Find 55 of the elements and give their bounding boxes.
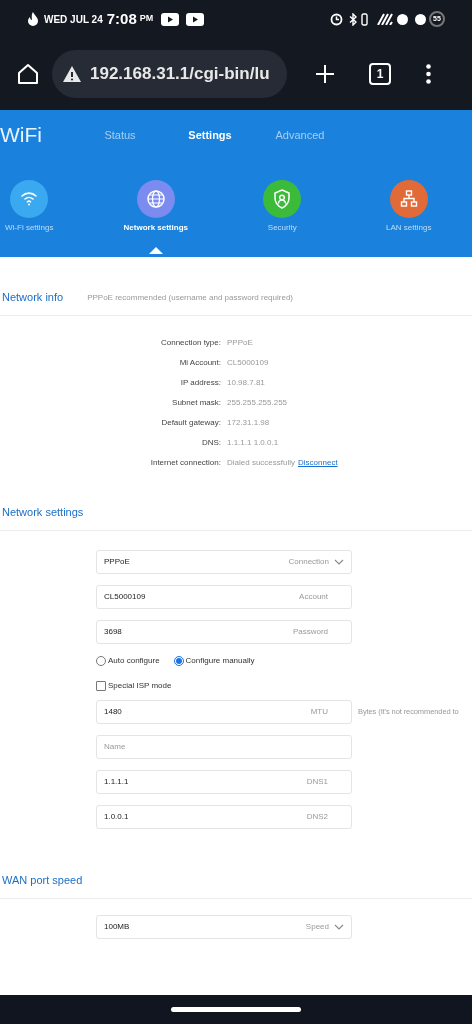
chevron-down-icon [334, 924, 344, 930]
plus-icon [315, 64, 335, 84]
section-note: PPPoE recommended (username and password required) [87, 291, 294, 304]
section-heading: Network settings [2, 505, 84, 521]
dot-icon [397, 13, 408, 25]
address-bar[interactable]: 192.168.31.1/cgi-bin/lu [52, 50, 287, 98]
checkbox[interactable] [96, 681, 106, 691]
info-label: Default gateway: [160, 417, 221, 429]
info-label: Mi Account: [178, 357, 221, 369]
warning-icon [62, 65, 82, 83]
more-icon [425, 64, 431, 84]
flame-icon [27, 12, 39, 26]
clock-period: PM [139, 12, 154, 26]
checkbox-option[interactable]: Special ISP mode [96, 680, 172, 692]
disconnect-link[interactable]: Disconnect [298, 457, 338, 469]
info-value: CL5000109 [227, 357, 269, 369]
vibrate-icon [361, 12, 368, 26]
input-field[interactable]: 1480 MTU [96, 700, 352, 724]
menu-button[interactable] [423, 62, 433, 86]
selection-pointer [148, 247, 163, 254]
logo-text: WiFi [0, 122, 43, 149]
input-field[interactable]: CL5000109 Account [96, 585, 352, 609]
bluetooth-icon [349, 12, 357, 26]
info-label: IP address: [179, 377, 221, 389]
radio-option[interactable]: Configure manually [173, 655, 255, 667]
clock-time: 7:08 [106, 8, 137, 29]
info-label: Connection type: [159, 337, 221, 349]
select-field[interactable]: PPPoE Connection [96, 550, 352, 574]
alarm-icon [330, 12, 343, 26]
select-field[interactable]: 100MB Speed [96, 915, 352, 939]
section-heading: Network info [2, 290, 64, 306]
section-item[interactable]: Network settings [92, 180, 219, 234]
info-label: Internet connection: [149, 457, 221, 469]
info-value: 1.1.1.1 1.0.0.1 [227, 437, 279, 449]
input-field[interactable]: 1.1.1.1 DNS1 [96, 770, 352, 794]
info-label: DNS: [200, 437, 221, 449]
date-text: WED JUL 24 [44, 12, 103, 27]
video-app-icon [161, 12, 180, 26]
info-value: 10.98.7.81 [227, 377, 265, 389]
info-value: 172.31.1.98 [227, 417, 270, 429]
info-value: Dialed successfully [227, 457, 296, 469]
radio-option[interactable]: Auto configure [96, 655, 160, 667]
info-value: PPPoE [227, 337, 253, 349]
input-field[interactable]: 1.0.0.1 DNS2 [96, 805, 352, 829]
video-app-icon [186, 12, 205, 26]
dot-icon [415, 13, 426, 25]
section-heading: WAN port speed [2, 873, 83, 889]
info-value: 255.255.255.255 [227, 397, 288, 409]
tab-count-button[interactable]: 1 [369, 63, 391, 85]
chevron-down-icon [334, 559, 344, 565]
info-label: Subnet mask: [171, 397, 221, 409]
nav-tab[interactable]: Settings [165, 126, 255, 144]
input-field[interactable]: 3698 Password [96, 620, 352, 644]
signal-icon [377, 13, 393, 25]
home-icon [16, 62, 40, 86]
